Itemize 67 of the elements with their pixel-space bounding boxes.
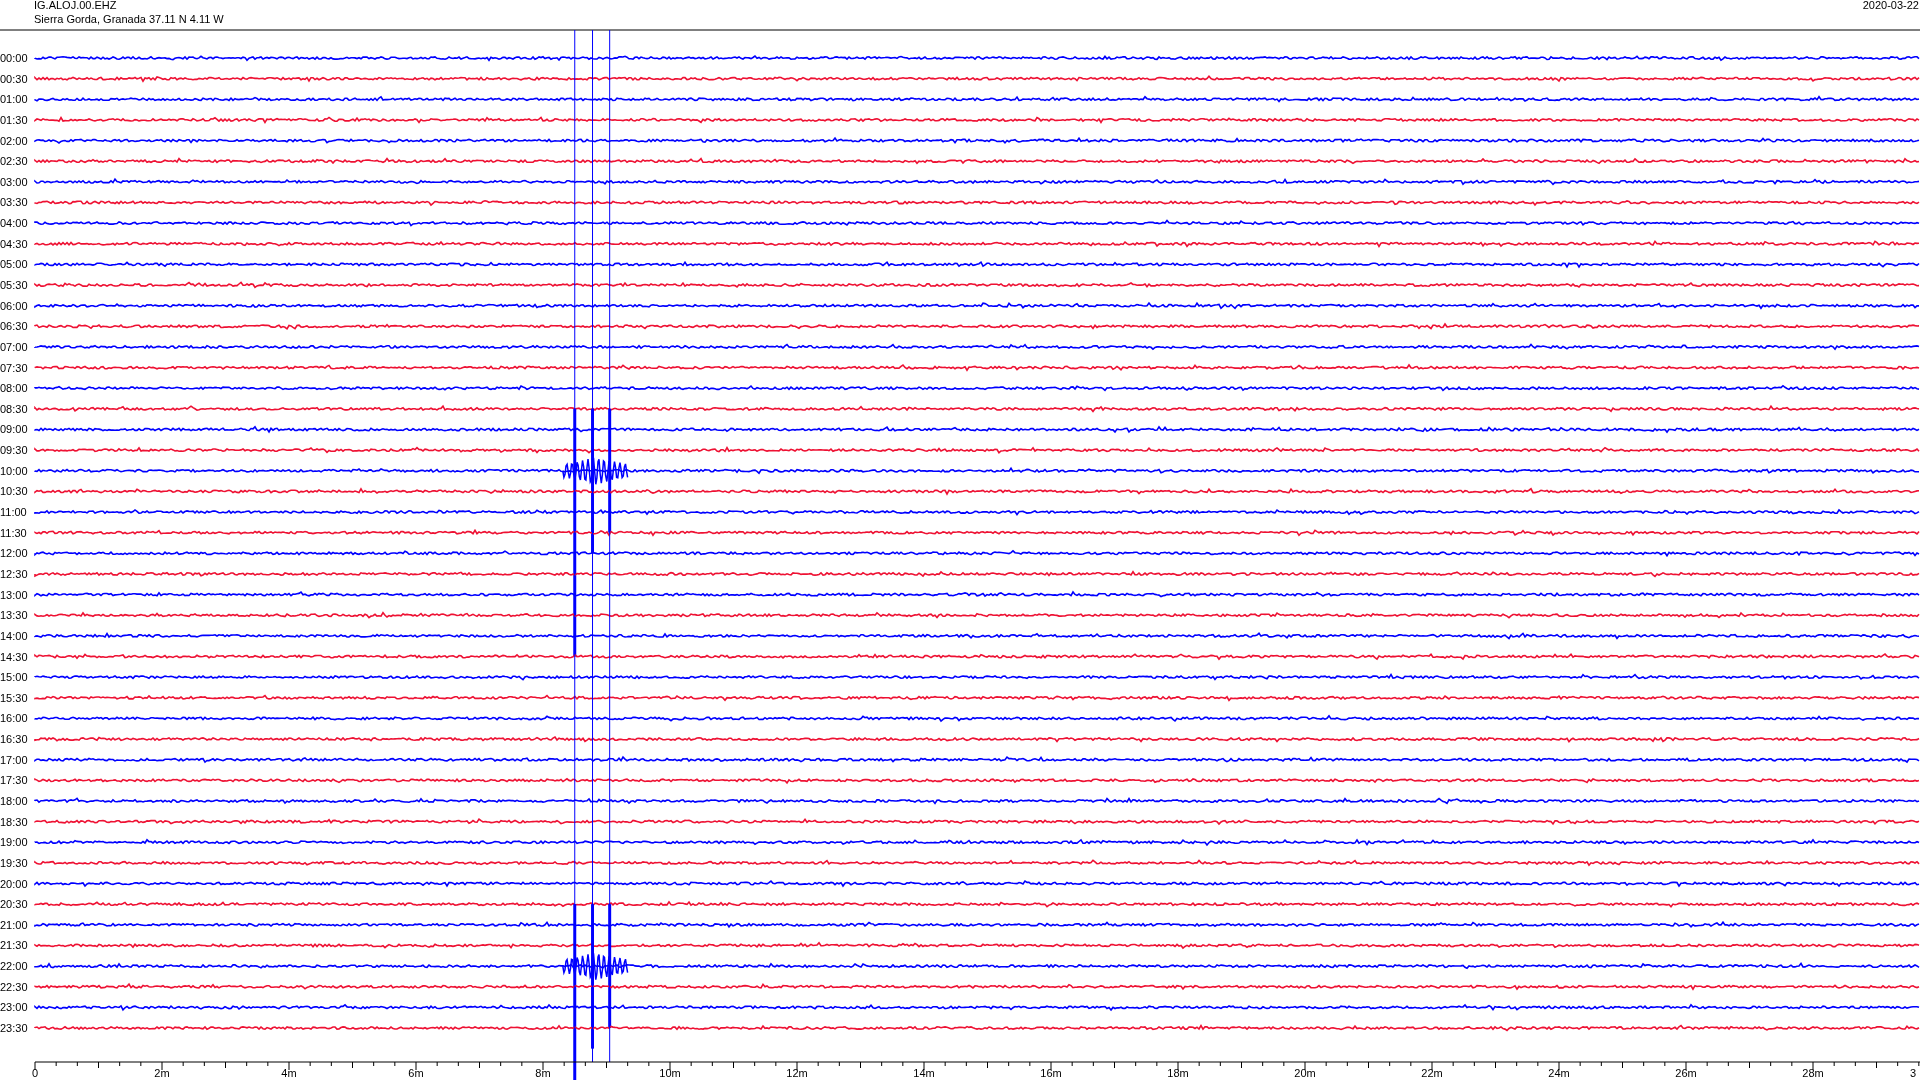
axis-label: 18m: [1167, 1067, 1189, 1079]
time-label: 23:30: [0, 1022, 28, 1034]
axis-label: 12m: [786, 1067, 808, 1079]
time-label: 16:00: [0, 712, 28, 725]
station-code: IG.ALOJ.00.EHZ: [34, 0, 117, 11]
time-label: 18:00: [0, 795, 28, 807]
axis-label: 22m: [1421, 1067, 1443, 1079]
time-label: 16:30: [0, 733, 28, 746]
time-label: 04:00: [0, 217, 28, 230]
time-label: 01:30: [0, 113, 28, 126]
axis-label: 2m: [154, 1067, 170, 1079]
time-label: 20:00: [0, 877, 28, 890]
time-label: 09:00: [0, 423, 28, 436]
time-label: 03:30: [0, 196, 28, 209]
time-label: 12:30: [0, 567, 28, 580]
axis-label: 20m: [1294, 1067, 1316, 1079]
plot-date: 2020-03-22: [1862, 0, 1919, 11]
time-label: 22:30: [0, 980, 28, 993]
time-label: 00:00: [0, 52, 28, 64]
time-label: 17:30: [0, 774, 28, 787]
time-label: 03:00: [0, 175, 28, 188]
time-label: 02:30: [0, 155, 28, 168]
time-label: 10:30: [0, 485, 28, 498]
time-label: 05:00: [0, 258, 28, 271]
axis-label: 4m: [281, 1067, 297, 1079]
time-label: 01:00: [0, 93, 28, 106]
axis-label: 26m: [1675, 1067, 1697, 1079]
time-label: 05:30: [0, 279, 28, 291]
time-label: 08:30: [0, 402, 28, 415]
time-label: 11:30: [0, 526, 27, 539]
time-label: 00:30: [0, 72, 28, 85]
time-label: 21:30: [0, 939, 28, 952]
axis-label: 10m: [659, 1067, 681, 1079]
axis-label: 24m: [1548, 1067, 1570, 1079]
time-label: 17:00: [0, 753, 28, 766]
time-label: 15:00: [0, 671, 28, 684]
axis-label: 14m: [913, 1067, 935, 1079]
axis-label: 3: [1910, 1067, 1917, 1079]
time-label: 19:30: [0, 856, 28, 869]
time-label: 15:30: [0, 691, 28, 704]
axis-label: 8m: [535, 1067, 551, 1079]
time-label: 14:00: [0, 629, 28, 642]
time-label: 21:00: [0, 918, 28, 931]
time-label: 14:30: [0, 650, 28, 663]
station-location: Sierra Gorda, Granada 37.11 N 4.11 W: [34, 13, 224, 25]
time-label: 13:30: [0, 609, 28, 622]
axis-label: 6m: [408, 1067, 424, 1079]
time-label: 07:00: [0, 340, 28, 353]
time-label: 07:30: [0, 361, 28, 374]
time-label: 11:00: [0, 506, 27, 519]
axis-label: 0: [31, 1067, 39, 1079]
time-label: 08:00: [0, 382, 28, 395]
time-label: 06:30: [0, 320, 28, 333]
time-label: 22:00: [0, 960, 28, 973]
time-label: 19:00: [0, 836, 28, 849]
time-label: 06:00: [0, 299, 28, 312]
time-label: 02:00: [0, 134, 28, 147]
time-label: 18:30: [0, 815, 28, 828]
time-label: 23:00: [0, 1001, 28, 1014]
axis-label: 16m: [1040, 1067, 1062, 1079]
time-label: 10:00: [0, 464, 28, 477]
time-label: 09:30: [0, 444, 28, 457]
time-label: 04:30: [0, 237, 28, 250]
time-label: 12:00: [0, 547, 28, 560]
axis-label: 28m: [1802, 1067, 1824, 1079]
time-label: 13:00: [0, 588, 28, 601]
time-label: 20:30: [0, 898, 28, 911]
